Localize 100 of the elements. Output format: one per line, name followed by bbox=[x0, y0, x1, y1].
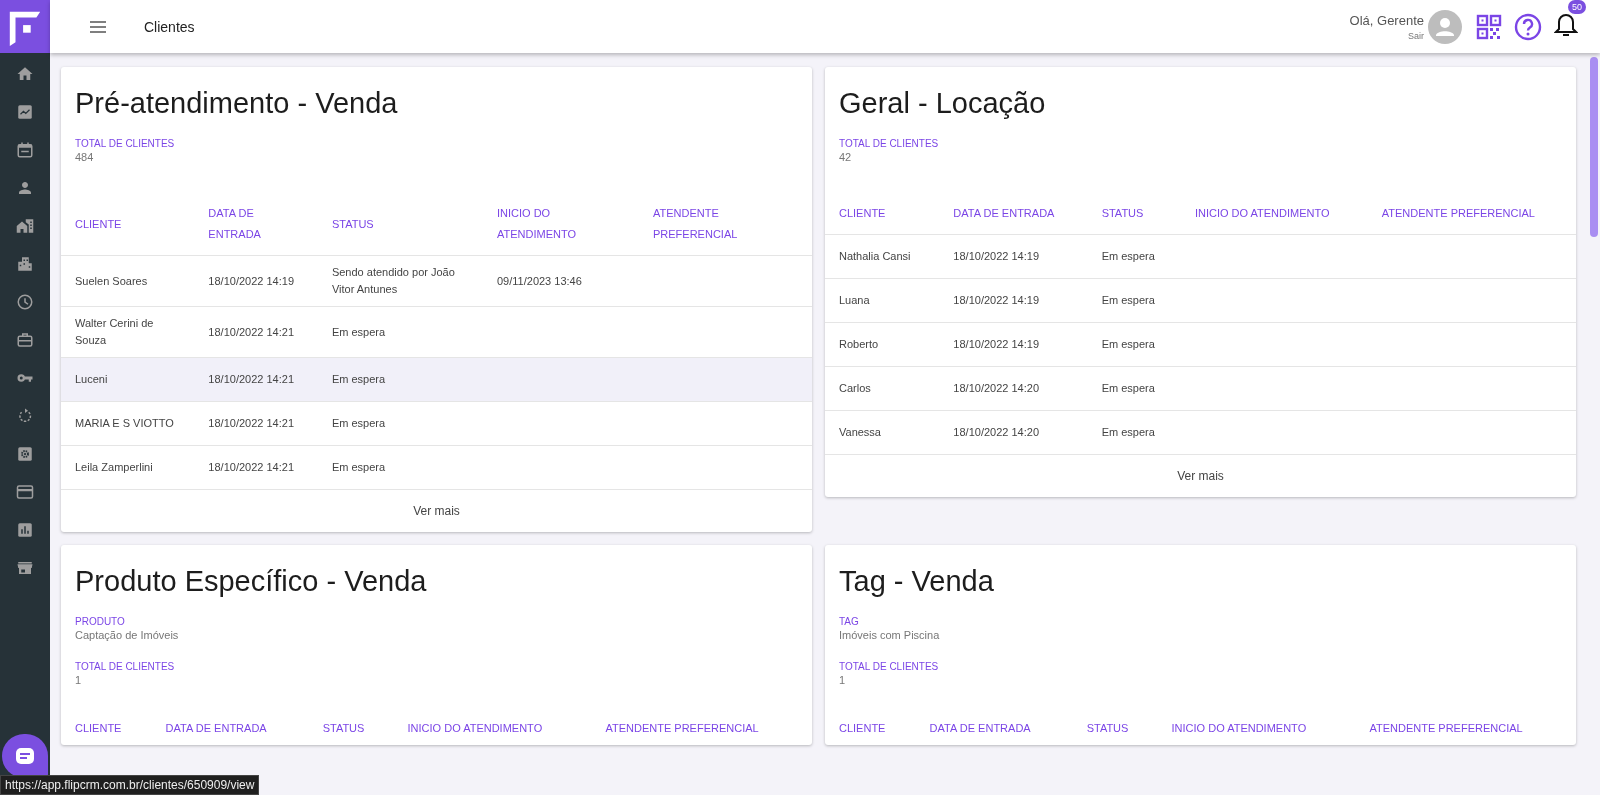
column-header: INICIO DO ATENDIMENTO bbox=[1180, 193, 1368, 235]
table-cell: 18/10/2022 14:21 bbox=[208, 417, 294, 429]
table-cell: 18/10/2022 14:19 bbox=[953, 294, 1039, 306]
calendar-icon[interactable] bbox=[16, 141, 34, 159]
table-cell: Em espera bbox=[331, 325, 386, 338]
table-row[interactable]: Vanessa 18/10/2022 14:20 Em espera bbox=[825, 410, 1576, 455]
table-row[interactable]: Walter Cerini de Souza 18/10/2022 14:21 Em espera bbox=[61, 306, 812, 358]
card-title: Pré-atendimento - Venda bbox=[75, 87, 399, 120]
field-label: TAG bbox=[839, 616, 859, 627]
store-icon[interactable] bbox=[16, 559, 34, 577]
column-header: STATUS bbox=[321, 721, 366, 736]
gear-icon[interactable] bbox=[16, 445, 34, 463]
column-header: DATA DE ENTRADA bbox=[939, 193, 1088, 235]
table-cell: Em espera bbox=[331, 373, 386, 385]
buildings-icon[interactable] bbox=[16, 255, 34, 273]
field-label: TOTAL DE CLIENTES bbox=[839, 138, 939, 149]
trend-icon[interactable] bbox=[16, 103, 34, 121]
table-cell: Walter Cerini de Souza bbox=[75, 317, 154, 346]
column-header: STATUS bbox=[317, 193, 483, 256]
rotate-icon[interactable] bbox=[16, 407, 34, 425]
table-cell: Sendo atendido por João Vitor Antunes bbox=[331, 266, 455, 295]
table-cell: Leila Zamperlini bbox=[75, 461, 153, 473]
table-cell: 18/10/2022 14:21 bbox=[208, 461, 294, 473]
link-url-tooltip: https://app.flipcrm.com.br/clientes/650909/view bbox=[0, 775, 260, 795]
see-more-button[interactable]: Ver mais bbox=[401, 490, 472, 532]
help-icon[interactable] bbox=[1514, 12, 1542, 41]
table-cell: Vanessa bbox=[839, 426, 881, 438]
table-cell: Em espera bbox=[1101, 382, 1155, 394]
table-row[interactable]: Nathalia Cansi 18/10/2022 14:19 Em espera bbox=[825, 234, 1576, 279]
card-title: Produto Específico - Venda bbox=[75, 565, 428, 598]
bell-icon[interactable] bbox=[1554, 11, 1578, 38]
table-cell: 18/10/2022 14:19 bbox=[953, 250, 1039, 262]
column-header: CLIENTE bbox=[838, 721, 887, 736]
table-cell: Roberto bbox=[839, 338, 879, 350]
logo-icon[interactable] bbox=[0, 0, 50, 53]
table-cell: 18/10/2022 14:19 bbox=[208, 274, 294, 287]
column-header: DATA DE ENTRADA bbox=[164, 721, 268, 736]
table-cell: Em espera bbox=[1101, 250, 1155, 262]
column-header: ATENDENTE PREFERENCIAL bbox=[604, 721, 760, 736]
column-header: INICIO DO ATENDIMENTO bbox=[1170, 721, 1308, 736]
table-row[interactable]: Leila Zamperlini 18/10/2022 14:21 Em espera bbox=[61, 445, 812, 490]
column-header: STATUS bbox=[1087, 193, 1181, 235]
field-value: 1 bbox=[75, 674, 82, 686]
qr-code-icon[interactable] bbox=[1476, 13, 1502, 40]
house-building-icon[interactable] bbox=[16, 217, 34, 235]
table-row[interactable]: Luceni 18/10/2022 14:21 Em espera bbox=[61, 357, 812, 402]
column-header: CLIENTE bbox=[61, 193, 195, 256]
field-value: 1 bbox=[839, 674, 846, 686]
table-cell: MARIA E S VIOTTO bbox=[75, 417, 174, 429]
column-header: ATENDENTE PREFERENCIAL bbox=[1368, 721, 1524, 736]
table-cell: Em espera bbox=[331, 461, 386, 473]
clock-icon[interactable] bbox=[16, 293, 34, 311]
person-icon[interactable] bbox=[16, 179, 34, 197]
column-header: ATENDENTE PREFERENCIAL bbox=[639, 193, 812, 256]
greeting: Olá, Gerente bbox=[1349, 12, 1424, 28]
table-cell: Suelen Soares bbox=[75, 274, 148, 287]
logout-link[interactable]: Sair bbox=[1408, 30, 1424, 41]
column-header: DATA DE ENTRADA bbox=[194, 193, 318, 256]
menu-icon[interactable] bbox=[90, 20, 106, 33]
column-header: INICIO DO ATENDIMENTO bbox=[406, 721, 544, 736]
field-value: 484 bbox=[75, 151, 94, 163]
notification-badge: 50 bbox=[1568, 0, 1586, 14]
table-cell: Luceni bbox=[75, 373, 108, 385]
table-cell: 18/10/2022 14:20 bbox=[953, 382, 1039, 394]
table-cell: Carlos bbox=[839, 382, 871, 394]
field-label: PRODUTO bbox=[75, 616, 125, 627]
column-header: CLIENTE bbox=[825, 193, 940, 235]
home-icon[interactable] bbox=[16, 65, 34, 83]
table-cell: 18/10/2022 14:20 bbox=[953, 426, 1039, 438]
column-header: INICIO DO ATENDIMENTO bbox=[483, 193, 639, 256]
table-cell: 18/10/2022 14:21 bbox=[208, 373, 294, 385]
column-header: CLIENTE bbox=[74, 721, 123, 736]
chart-icon[interactable] bbox=[16, 521, 34, 539]
table-cell: Em espera bbox=[1101, 338, 1155, 350]
field-label: TOTAL DE CLIENTES bbox=[75, 138, 175, 149]
briefcase-icon[interactable] bbox=[16, 331, 34, 349]
field-value: 42 bbox=[839, 151, 852, 163]
page-title: Clientes bbox=[144, 18, 195, 35]
table-row[interactable]: Luana 18/10/2022 14:19 Em espera bbox=[825, 278, 1576, 323]
column-header: ATENDENTE PREFERENCIAL bbox=[1367, 193, 1576, 235]
field-value: Captação de Imóveis bbox=[75, 629, 179, 641]
table-cell: 18/10/2022 14:21 bbox=[208, 325, 294, 338]
table-row[interactable]: MARIA E S VIOTTO 18/10/2022 14:21 Em espera bbox=[61, 401, 812, 446]
table-cell: Em espera bbox=[1101, 426, 1155, 438]
table-cell: Em espera bbox=[331, 417, 386, 429]
table-row[interactable]: Suelen Soares 18/10/2022 14:19 Sendo atendido por João Vitor Antunes 09/11/2023 13:46 bbox=[61, 255, 812, 307]
column-header: DATA DE ENTRADA bbox=[928, 721, 1032, 736]
field-value: Imóveis com Piscina bbox=[839, 629, 940, 641]
card-title: Geral - Locação bbox=[839, 87, 1047, 120]
see-more-button[interactable]: Ver mais bbox=[1165, 455, 1236, 497]
table-cell: 09/11/2023 13:46 bbox=[497, 274, 582, 287]
table-row[interactable]: Carlos 18/10/2022 14:20 Em espera bbox=[825, 366, 1576, 411]
table-cell: Luana bbox=[839, 294, 870, 306]
card-title: Tag - Venda bbox=[839, 565, 995, 598]
table-cell: 18/10/2022 14:19 bbox=[953, 338, 1039, 350]
table-row[interactable]: Roberto 18/10/2022 14:19 Em espera bbox=[825, 322, 1576, 367]
table-cell: Nathalia Cansi bbox=[839, 250, 911, 262]
column-header: STATUS bbox=[1085, 721, 1130, 736]
field-label: TOTAL DE CLIENTES bbox=[75, 661, 175, 672]
card-icon[interactable] bbox=[16, 483, 34, 501]
